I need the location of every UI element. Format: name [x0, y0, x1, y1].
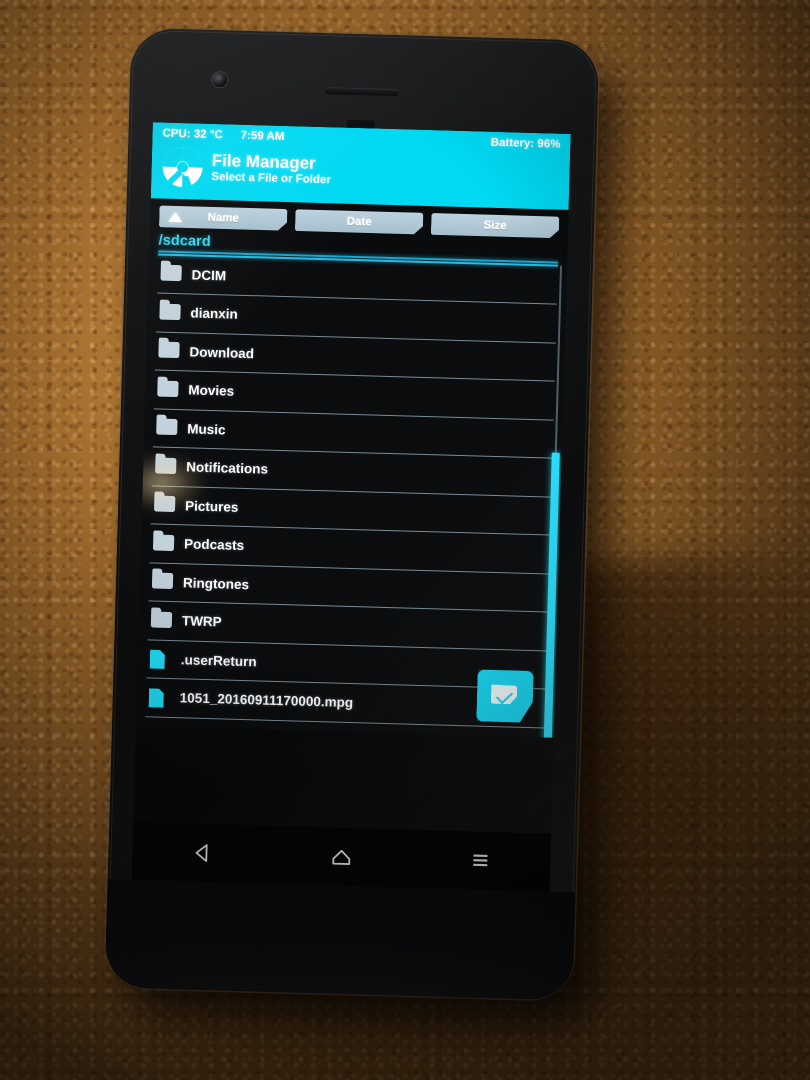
phone-bottom-chin — [104, 879, 576, 1001]
sort-ascending-triangle-icon — [168, 211, 182, 221]
folder-icon — [157, 380, 179, 399]
sort-by-date-label: Date — [346, 215, 372, 229]
home-icon — [332, 849, 351, 865]
folder-icon — [156, 418, 178, 438]
folder-icon — [160, 264, 182, 284]
sort-by-name-button[interactable]: Name — [159, 205, 288, 231]
folder-icon — [158, 341, 180, 361]
folder-icon — [155, 457, 177, 476]
back-triangle-icon — [195, 844, 208, 862]
select-folder-check-icon — [491, 685, 520, 708]
sort-by-date-button[interactable]: Date — [295, 209, 424, 235]
folder-icon — [152, 534, 175, 553]
page-title: File Manager — [211, 150, 316, 173]
file-name-label: .userReturn — [180, 652, 257, 670]
twrp-header: CPU: 32 °C 7:59 AM Battery: 96% File Man… — [150, 122, 571, 210]
file-name-label: Notifications — [186, 459, 269, 478]
app-title-row: File Manager Select a File or Folder — [161, 145, 560, 198]
nav-back-button[interactable] — [173, 832, 232, 874]
smartphone-device: CPU: 32 °C 7:59 AM Battery: 96% File Man… — [104, 27, 600, 1001]
file-list[interactable]: DCIM dianxin Download Movies Music Notificati… — [136, 251, 568, 738]
menu-lines-icon — [473, 854, 488, 867]
file-name-label: Ringtones — [182, 575, 250, 593]
folder-icon — [150, 611, 173, 630]
file-name-label: Music — [187, 421, 226, 438]
front-camera-icon — [211, 71, 228, 88]
phone-screen: CPU: 32 °C 7:59 AM Battery: 96% File Man… — [133, 122, 571, 834]
file-name-label: DCIM — [191, 267, 227, 284]
earpiece-speaker-icon — [324, 87, 399, 97]
cpu-temp-label: CPU: 32 °C — [162, 127, 223, 142]
folder-icon — [159, 303, 181, 322]
battery-label: Battery: 96% — [490, 136, 561, 151]
file-name-label: Pictures — [184, 498, 239, 515]
file-icon — [150, 650, 172, 669]
file-name-label: TWRP — [181, 613, 222, 630]
nav-menu-button[interactable] — [451, 840, 510, 882]
twrp-logo-icon — [161, 145, 204, 188]
file-name-label: 1051_20160911170000.mpg — [179, 690, 354, 711]
sort-by-size-button[interactable]: Size — [431, 213, 560, 239]
photo-scene: CPU: 32 °C 7:59 AM Battery: 96% File Man… — [0, 0, 810, 1080]
file-name-label: camera-p.jpg — [179, 729, 263, 737]
file-name-label: dianxin — [190, 305, 238, 323]
file-name-label: Download — [189, 344, 255, 362]
sort-by-name-label: Name — [207, 211, 240, 225]
file-icon — [147, 727, 169, 738]
file-icon — [149, 688, 171, 707]
clock-label: 7:59 AM — [240, 129, 285, 143]
folder-icon — [153, 495, 176, 515]
page-subtitle: Select a File or Folder — [211, 171, 331, 187]
file-name-label: Podcasts — [183, 536, 245, 554]
sort-by-size-label: Size — [483, 219, 507, 232]
file-name-label: Movies — [188, 382, 235, 400]
nav-home-button[interactable] — [312, 836, 371, 878]
folder-icon — [151, 572, 174, 592]
